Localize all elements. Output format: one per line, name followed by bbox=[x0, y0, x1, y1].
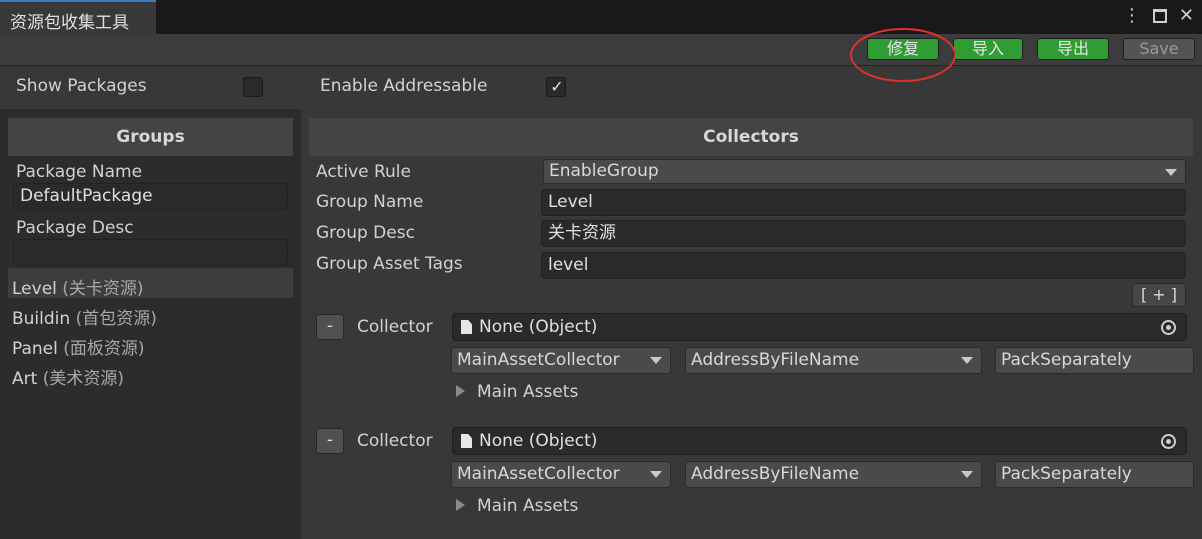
group-item-desc: (面板资源) bbox=[63, 339, 145, 359]
chevron-down-icon bbox=[961, 357, 973, 364]
pack-rule-value: PackSeparately bbox=[1001, 350, 1132, 370]
group-desc-field[interactable]: 关卡资源 bbox=[541, 220, 1186, 247]
group-item-name: Art bbox=[12, 369, 38, 389]
group-item-desc: (美术资源) bbox=[42, 369, 124, 389]
chevron-down-icon bbox=[1165, 169, 1177, 176]
triangle-right-icon bbox=[456, 499, 465, 511]
collector-type-dropdown[interactable]: MainAssetCollector bbox=[451, 347, 671, 374]
chevron-down-icon bbox=[650, 357, 662, 364]
address-rule-value: AddressByFileName bbox=[691, 464, 860, 484]
enable-addressable-label: Enable Addressable bbox=[320, 76, 488, 96]
maximize-icon[interactable] bbox=[1152, 9, 1167, 23]
remove-collector-button[interactable]: - bbox=[316, 428, 344, 454]
group-item-art[interactable]: Art (美术资源) bbox=[12, 364, 124, 389]
triangle-right-icon bbox=[456, 385, 465, 397]
pack-rule-dropdown[interactable]: PackSeparately bbox=[995, 461, 1194, 488]
pack-rule-value: PackSeparately bbox=[1001, 464, 1132, 484]
group-item-desc: (首包资源) bbox=[75, 309, 157, 329]
package-desc-field[interactable] bbox=[13, 239, 288, 266]
group-desc-label: Group Desc bbox=[316, 223, 415, 243]
title-bar bbox=[0, 0, 1202, 34]
group-tags-label: Group Asset Tags bbox=[316, 254, 463, 274]
object-picker-icon[interactable] bbox=[1161, 320, 1176, 335]
main-assets-foldout-arrow[interactable] bbox=[456, 385, 465, 397]
package-name-field[interactable]: DefaultPackage bbox=[13, 183, 288, 210]
annotation-circle bbox=[850, 28, 956, 82]
collector-type-value: MainAssetCollector bbox=[457, 350, 620, 370]
address-rule-value: AddressByFileName bbox=[691, 350, 860, 370]
close-icon[interactable]: ✕ bbox=[1179, 5, 1194, 27]
more-options-icon[interactable]: ⋮ bbox=[1123, 5, 1141, 27]
import-button[interactable]: 导入 bbox=[953, 38, 1023, 60]
chevron-down-icon bbox=[961, 471, 973, 478]
show-packages-checkbox[interactable] bbox=[243, 77, 263, 97]
document-icon bbox=[461, 434, 472, 448]
pack-rule-dropdown[interactable]: PackSeparately bbox=[995, 347, 1194, 374]
package-desc-label: Package Desc bbox=[16, 218, 134, 238]
group-tags-field[interactable]: level bbox=[541, 252, 1186, 279]
enable-addressable-checkbox[interactable]: ✓ bbox=[546, 77, 566, 97]
group-item-desc: (关卡资源) bbox=[62, 279, 144, 299]
document-icon bbox=[461, 320, 472, 334]
collector-object-field[interactable]: None (Object) bbox=[452, 427, 1187, 455]
chevron-down-icon bbox=[650, 471, 662, 478]
collector-object-value: None (Object) bbox=[479, 431, 598, 451]
window-tab[interactable]: 资源包收集工具 bbox=[0, 0, 156, 34]
group-item-name: Level bbox=[12, 279, 57, 299]
collector-object-value: None (Object) bbox=[479, 317, 598, 337]
export-button[interactable]: 导出 bbox=[1037, 38, 1109, 60]
groups-header: Groups bbox=[8, 118, 293, 156]
active-rule-value: EnableGroup bbox=[549, 161, 659, 181]
main-assets-foldout-arrow[interactable] bbox=[456, 499, 465, 511]
group-item-level[interactable]: Level (关卡资源) bbox=[12, 274, 144, 299]
group-item-name: Buildin bbox=[12, 309, 71, 329]
group-name-label: Group Name bbox=[316, 192, 424, 212]
group-item-panel[interactable]: Panel (面板资源) bbox=[12, 334, 145, 359]
package-name-label: Package Name bbox=[16, 162, 143, 182]
main-assets-foldout-label[interactable]: Main Assets bbox=[477, 496, 578, 516]
checkmark-icon: ✓ bbox=[550, 77, 564, 96]
collector-label: Collector bbox=[357, 317, 433, 337]
show-packages-label: Show Packages bbox=[16, 76, 147, 96]
add-collector-button[interactable]: [ + ] bbox=[1132, 283, 1186, 307]
active-rule-dropdown[interactable]: EnableGroup bbox=[543, 159, 1186, 184]
save-button[interactable]: Save bbox=[1123, 38, 1195, 60]
collector-object-field[interactable]: None (Object) bbox=[452, 313, 1187, 341]
object-picker-icon[interactable] bbox=[1161, 434, 1176, 449]
address-rule-dropdown[interactable]: AddressByFileName bbox=[685, 461, 982, 488]
group-item-buildin[interactable]: Buildin (首包资源) bbox=[12, 304, 157, 329]
collector-label: Collector bbox=[357, 431, 433, 451]
collectors-header: Collectors bbox=[309, 118, 1193, 156]
window-controls: ⋮ ✕ bbox=[1123, 5, 1194, 27]
active-rule-label: Active Rule bbox=[316, 162, 411, 182]
group-name-field[interactable]: Level bbox=[541, 189, 1186, 216]
remove-collector-button[interactable]: - bbox=[316, 314, 344, 340]
group-item-name: Panel bbox=[12, 339, 58, 359]
address-rule-dropdown[interactable]: AddressByFileName bbox=[685, 347, 982, 374]
main-assets-foldout-label[interactable]: Main Assets bbox=[477, 382, 578, 402]
collector-type-value: MainAssetCollector bbox=[457, 464, 620, 484]
collector-type-dropdown[interactable]: MainAssetCollector bbox=[451, 461, 671, 488]
window-tab-label: 资源包收集工具 bbox=[10, 13, 129, 33]
